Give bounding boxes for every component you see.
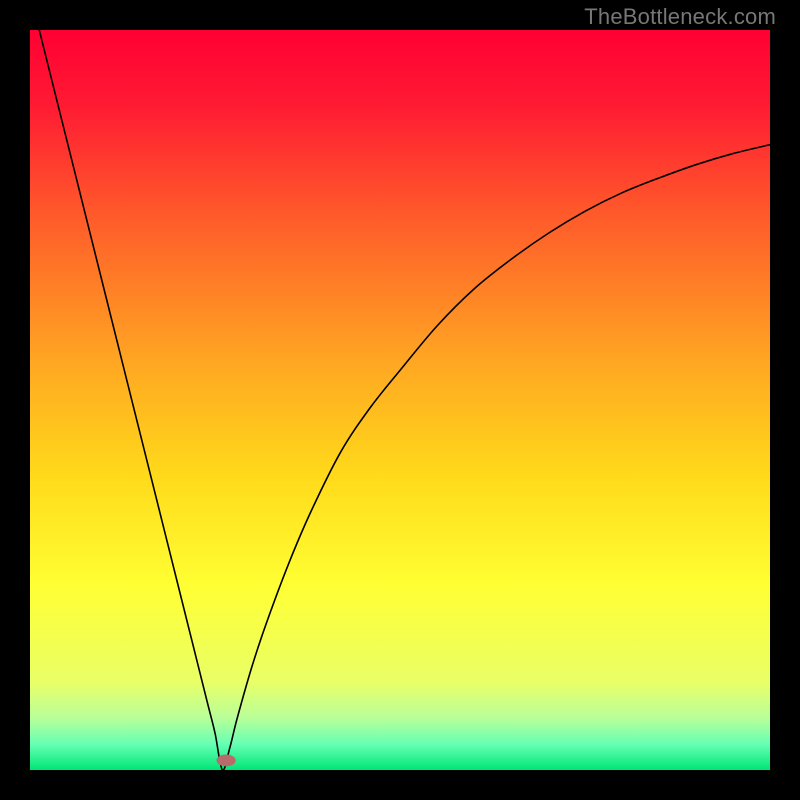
minimum-marker: [216, 754, 235, 766]
chart-background: [30, 30, 770, 770]
plot-area: [30, 30, 770, 770]
watermark-text: TheBottleneck.com: [584, 4, 776, 30]
chart-frame: TheBottleneck.com: [0, 0, 800, 800]
chart-svg: [30, 30, 770, 770]
